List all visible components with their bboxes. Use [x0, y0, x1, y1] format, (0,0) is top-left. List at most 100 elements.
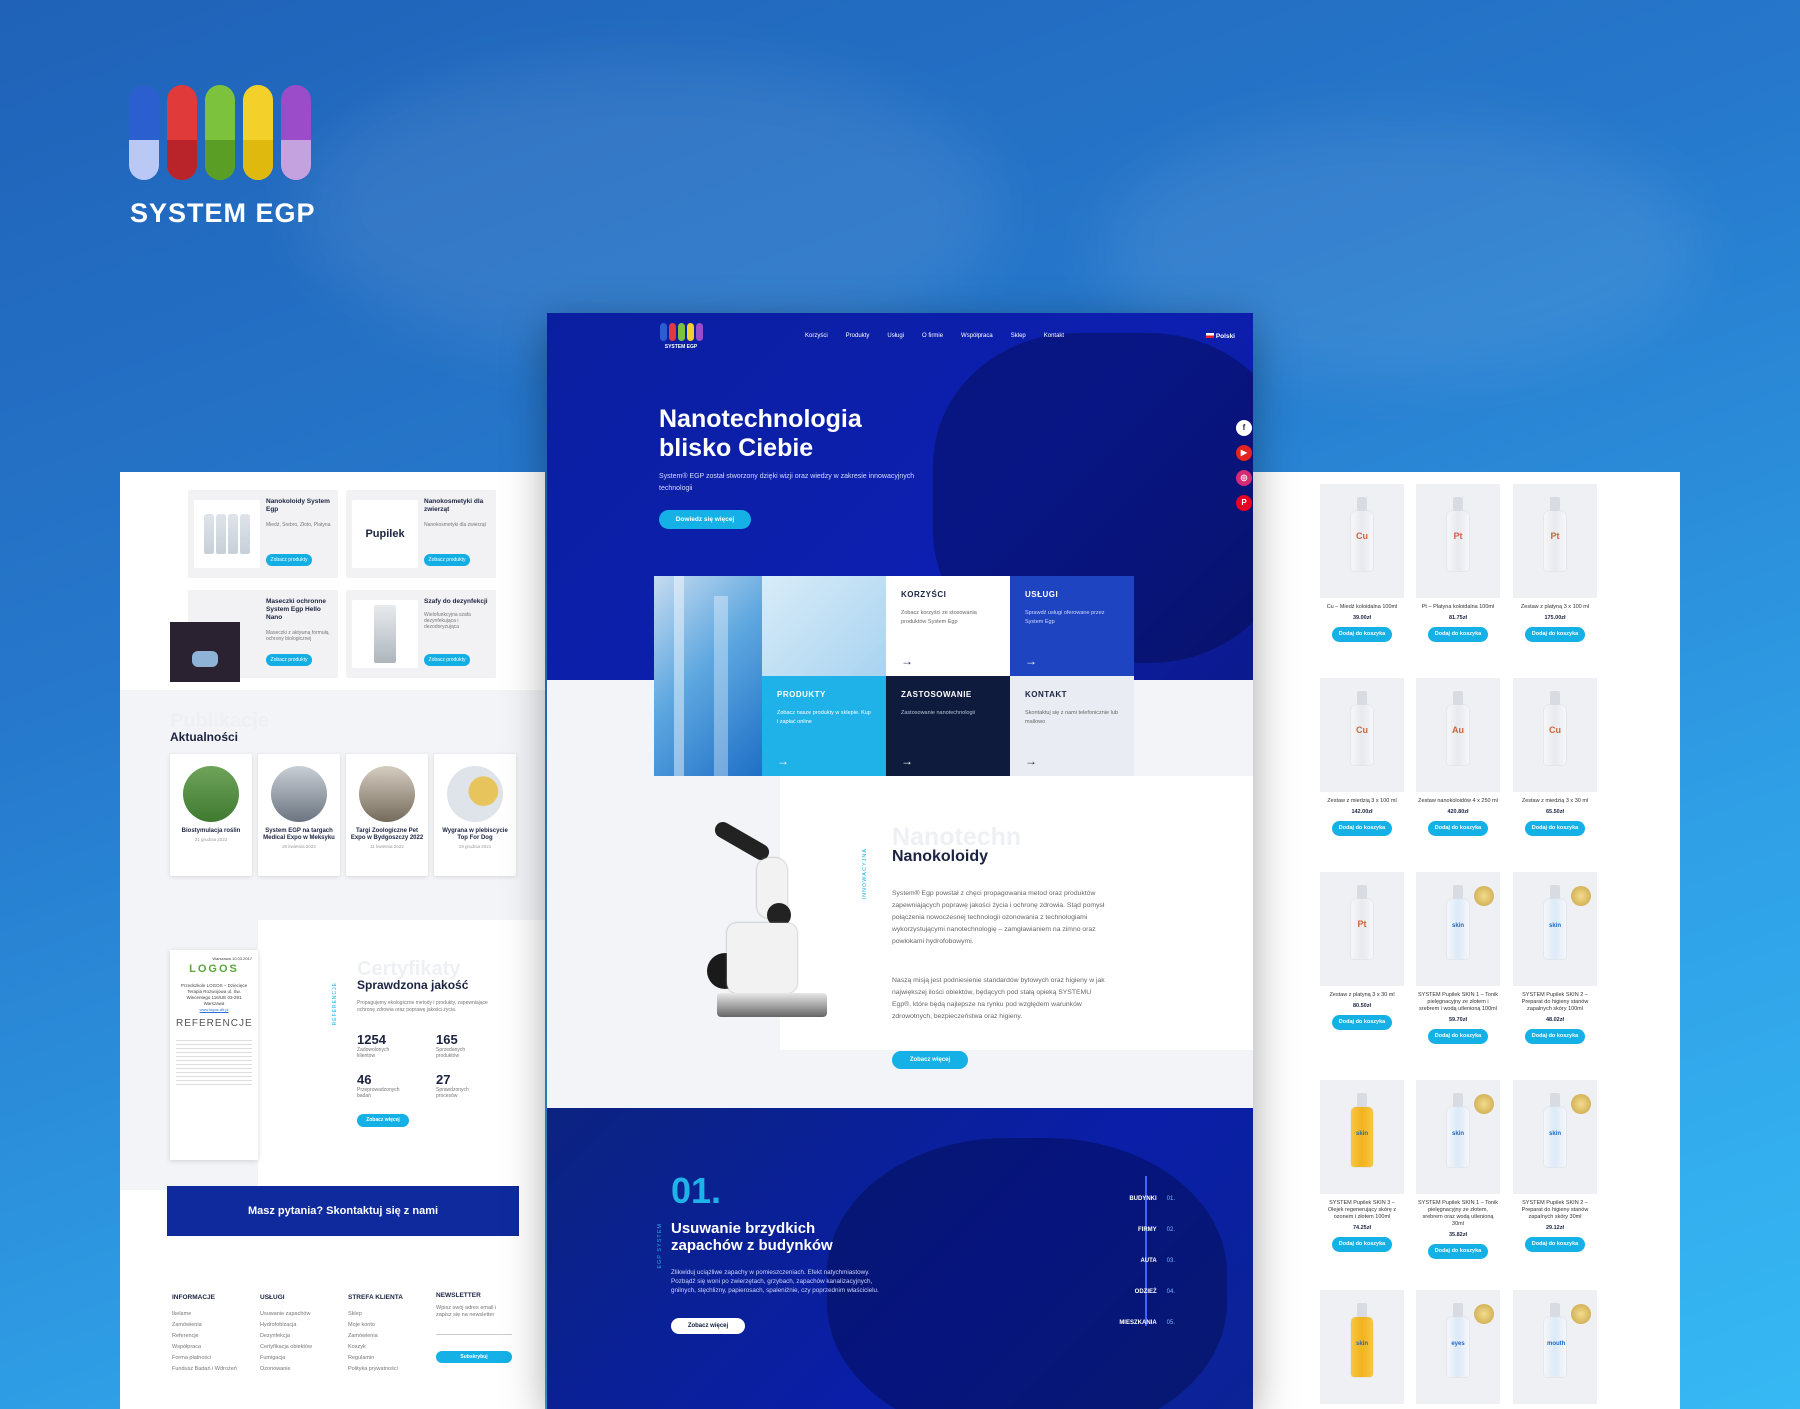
product-tile[interactable]: skin SYSTEM Pupilek SKIN 2 – Preparat do … [1513, 1080, 1597, 1252]
gold-badge-icon [1571, 1304, 1591, 1324]
see-products-button[interactable]: Zobacz produkty [266, 554, 312, 566]
youtube-icon[interactable]: ▶ [1236, 445, 1252, 461]
product-tile[interactable]: skin SYSTEM Pupilek SKIN 2 – Preparat do … [1513, 872, 1597, 1044]
learn-more-button[interactable]: Dowiedz się więcej [659, 510, 751, 529]
language-selector[interactable]: Polski [1205, 333, 1235, 340]
product-image: Pt [1513, 484, 1597, 598]
product-name: SYSTEM Pupilek SKIN 3 – Olejek regeneruj… [1327, 1200, 1397, 1220]
product-name: SYSTEM Pupilek SKIN 1 – Tonik pielęgnacy… [1418, 992, 1498, 1012]
see-products-button[interactable]: Zobacz produkty [424, 654, 470, 666]
product-tile[interactable]: Cu Zestaw z miedzią 3 x 30 ml 65.50zł Dodaj… [1513, 678, 1597, 836]
product-price: 65.50zł [1545, 809, 1565, 815]
vertical-label: EGP SYSTEM [657, 1223, 663, 1269]
add-to-cart-button[interactable]: Dodaj do koszyka [1332, 627, 1392, 642]
tile-korzysci[interactable]: KORZYŚCI Zobacz korzyści ze stosowania pr… [886, 576, 1010, 676]
tile-blank [762, 576, 886, 676]
product-tile[interactable]: Pt Pt – Platyna koloidalna 100ml 81.75zł Do… [1416, 484, 1500, 642]
product-name: Cu – Miedź koloidalna 100ml [1326, 604, 1398, 610]
product-image: skin [1416, 1080, 1500, 1194]
facebook-icon[interactable]: f [1236, 420, 1252, 436]
pupilek-logo: Pupilek [352, 500, 418, 568]
add-to-cart-button[interactable]: Dodaj do koszyka [1332, 1015, 1392, 1030]
product-tile[interactable]: eyes [1416, 1290, 1500, 1404]
news-card[interactable]: Biostymulacja roślin 31 grudnia 2022 [170, 754, 252, 876]
product-desc: Miedź, Srebro, Złoto, Platyna [266, 522, 331, 528]
product-image: Cu [1320, 484, 1404, 598]
product-name: Zestaw z miedzią 3 x 30 ml [1521, 798, 1589, 804]
see-more-button[interactable]: Zobacz więcej [671, 1318, 745, 1334]
news-card[interactable]: Targi Zoologiczne Pet Expo w Bydgoszczy … [346, 754, 428, 876]
arrow-right-icon: → [901, 754, 913, 768]
add-to-cart-button[interactable]: Dodaj do koszyka [1525, 1029, 1585, 1044]
nav-item-sklep[interactable]: Sklep [1011, 333, 1026, 339]
product-tile[interactable]: skin SYSTEM Pupilek SKIN 3 – Olejek regen… [1320, 1080, 1404, 1252]
product-tile[interactable]: mouth [1513, 1290, 1597, 1404]
see-more-button[interactable]: Zobacz więcej [357, 1114, 409, 1127]
product-card[interactable]: Nanokoloidy System Egp Miedź, Srebro, Zł… [188, 490, 338, 578]
product-card[interactable]: Maseczki ochronne System Egp Hello Nano … [170, 590, 338, 682]
product-price: 80.50zł [1352, 1003, 1372, 1009]
arrow-right-icon: → [901, 654, 913, 668]
newsletter-email-input[interactable] [436, 1323, 512, 1335]
product-image: Pt [1416, 484, 1500, 598]
product-card[interactable]: Szafy do dezynfekcji Wielofunkcyjna szaf… [346, 590, 496, 678]
gold-badge-icon [1571, 886, 1591, 906]
product-tile[interactable]: Au Zestaw nanokoloidów 4 x 250 ml 420.80zł… [1416, 678, 1500, 836]
contact-cta-banner[interactable]: Masz pytania? Skontaktuj się z nami [167, 1186, 519, 1236]
product-name: Zestaw z platyną 3 x 100 ml [1520, 604, 1590, 610]
product-image: skin [1320, 1080, 1404, 1194]
product-tile[interactable]: skin [1320, 1290, 1404, 1404]
tile-produkty[interactable]: PRODUKTY Zobacz nasze produkty w sklepie.… [762, 676, 886, 776]
product-price: 142.00zł [1351, 809, 1373, 815]
add-to-cart-button[interactable]: Dodaj do koszyka [1428, 1029, 1488, 1044]
tile-zastosowanie[interactable]: ZASTOSOWANIE Zastosowanie nanotechnologii… [886, 676, 1010, 776]
nav-item-korzysci[interactable]: Korzyści [805, 333, 828, 339]
product-card[interactable]: Pupilek Nanokosmetyki dla zwierząt Nanok… [346, 490, 496, 578]
vertical-label: INNOWACYJNA [862, 848, 868, 900]
product-price: 29.12zł [1545, 1225, 1565, 1231]
tile-kontakt[interactable]: KONTAKT Skontaktuj się z nami telefoniczn… [1010, 676, 1134, 776]
instagram-icon[interactable]: ◎ [1236, 470, 1252, 486]
service-item[interactable]: ODZIEŻ 04. [1119, 1277, 1175, 1308]
product-tile[interactable]: Cu Cu – Miedź koloidalna 100ml 39.00zł Doda… [1320, 484, 1404, 642]
product-tile[interactable]: Cu Zestaw z miedzią 3 x 100 ml 142.00zł Dod… [1320, 678, 1404, 836]
add-to-cart-button[interactable]: Dodaj do koszyka [1428, 1244, 1488, 1259]
add-to-cart-button[interactable]: Dodaj do koszyka [1332, 1237, 1392, 1252]
add-to-cart-button[interactable]: Dodaj do koszyka [1525, 627, 1585, 642]
see-products-button[interactable]: Zobacz produkty [424, 554, 470, 566]
tile-uslugi[interactable]: USŁUGI Sprawdź usługi oferowane przez Sys… [1010, 576, 1134, 676]
service-item[interactable]: AUTA 03. [1119, 1246, 1175, 1277]
see-more-button[interactable]: Zobacz więcej [892, 1051, 968, 1069]
mask-model-image [170, 622, 240, 682]
news-card[interactable]: System EGP na targach Medical Expo w Mek… [258, 754, 340, 876]
product-tile[interactable]: Pt Zestaw z platyną 3 x 30 ml 80.50zł Dodaj… [1320, 872, 1404, 1030]
product-image: Cu [1320, 678, 1404, 792]
product-name: Zestaw nanokoloidów 4 x 250 ml [1418, 798, 1498, 804]
nav-item-produkty[interactable]: Produkty [846, 333, 870, 339]
service-title: Usuwanie brzydkich zapachów z budynków [671, 1220, 833, 1254]
product-tile[interactable]: skin SYSTEM Pupilek SKIN 1 – Tonik pielęg… [1416, 872, 1500, 1044]
add-to-cart-button[interactable]: Dodaj do koszyka [1332, 821, 1392, 836]
add-to-cart-button[interactable]: Dodaj do koszyka [1428, 627, 1488, 642]
add-to-cart-button[interactable]: Dodaj do koszyka [1428, 821, 1488, 836]
nanokoloidy-text: System® Egp powstał z chęci propagowania… [892, 890, 1105, 945]
poland-flag-icon [1205, 333, 1214, 338]
nav-item-kontakt[interactable]: Kontakt [1044, 333, 1064, 339]
service-item[interactable]: BUDYNKI 01. [1119, 1184, 1175, 1215]
nav-item-o-firmie[interactable]: O firmie [922, 333, 943, 339]
subscribe-button[interactable]: Subskrybuj [436, 1351, 512, 1363]
service-item[interactable]: MIESZKANIA 05. [1119, 1308, 1175, 1339]
see-products-button[interactable]: Zobacz produkty [266, 654, 312, 666]
nav-item-wspolpraca[interactable]: Współpraca [961, 333, 993, 339]
product-tile[interactable]: Pt Zestaw z platyną 3 x 100 ml 175.00zł Dod… [1513, 484, 1597, 642]
product-image: mouth [1513, 1290, 1597, 1404]
pinterest-icon[interactable]: P [1236, 495, 1252, 511]
news-card[interactable]: Wygrana w plebiscycie Top For Dog 19 grud… [434, 754, 516, 876]
add-to-cart-button[interactable]: Dodaj do koszyka [1525, 1237, 1585, 1252]
nav-item-uslugi[interactable]: Usługi [887, 333, 904, 339]
product-tile[interactable]: skin SYSTEM Pupilek SKIN 1 – Tonik pielęg… [1416, 1080, 1500, 1259]
service-item[interactable]: FIRMY 02. [1119, 1215, 1175, 1246]
footer-column: STREFA KLIENTA Sklep Moje konto Zamówienia… [348, 1294, 403, 1372]
nav-logo[interactable]: SYSTEM EGP [659, 323, 703, 359]
add-to-cart-button[interactable]: Dodaj do koszyka [1525, 821, 1585, 836]
